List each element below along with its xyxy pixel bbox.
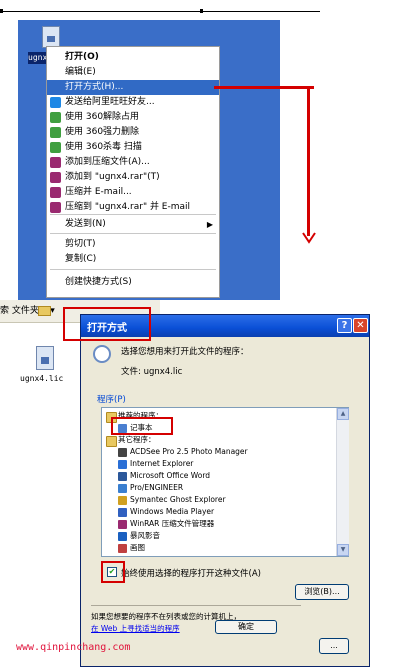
menu-item-label: 打开方式(H)... bbox=[65, 82, 124, 92]
scroll-down-button[interactable]: ▼ bbox=[337, 544, 349, 556]
programs-label: 程序(P) bbox=[97, 395, 126, 405]
group-label: 其它程序： bbox=[118, 435, 156, 444]
360-shield-icon bbox=[50, 142, 61, 153]
program-label: 画图 bbox=[130, 543, 145, 552]
open-with-dialog: 打开方式 ? ✕ 选择您想用来打开此文件的程序： 文件: ugnx4.lic 程… bbox=[63, 307, 370, 667]
context-menu-screenshot: ugnx4 打开(O) 编辑(E) 打开方式(H)... 发送给阿里旺旺好友... 使用… bbox=[0, 0, 400, 300]
context-menu: 打开(O) 编辑(E) 打开方式(H)... 发送给阿里旺旺好友... 使用 360解除… bbox=[46, 46, 220, 298]
menu-item-label: 使用 360强力删除 bbox=[65, 127, 140, 137]
winrar-icon bbox=[50, 187, 61, 198]
program-label: WinRAR 压缩文件管理器 bbox=[130, 519, 215, 528]
proe-icon bbox=[118, 484, 127, 493]
folder-icon bbox=[106, 436, 117, 447]
menu-item-12[interactable]: 发送到(N) ▶ bbox=[47, 217, 219, 232]
menu-item-label: 发送给阿里旺旺好友... bbox=[65, 97, 155, 107]
browse-button[interactable]: 浏览(B)... bbox=[295, 584, 349, 600]
menu-item-3[interactable]: 打开方式(H)... bbox=[47, 80, 219, 95]
program-label: Internet Explorer bbox=[130, 459, 194, 468]
menu-item-label: 使用 360解除占用 bbox=[65, 112, 140, 122]
title-highlight-box bbox=[63, 307, 151, 341]
menu-item-label: 复制(C) bbox=[65, 254, 97, 264]
menu-item-4[interactable]: 发送给阿里旺旺好友... bbox=[47, 95, 219, 110]
menu-item-label: 压缩到 "ugnx4.rar" 并 E-mail bbox=[65, 202, 191, 212]
program-label: Pro/ENGINEER bbox=[130, 483, 184, 492]
search-program-icon bbox=[93, 345, 111, 363]
menu-item-15[interactable]: 创建快捷方式(S) bbox=[47, 275, 219, 290]
aliwangwang-icon bbox=[50, 97, 61, 108]
menu-item-13[interactable]: 剪切(T) bbox=[47, 237, 219, 252]
menu-item-10[interactable]: 压缩并 E-mail... bbox=[47, 185, 219, 200]
menu-item-label: 压缩并 E-mail... bbox=[65, 187, 132, 197]
acdsee-icon bbox=[118, 448, 127, 457]
annotation-arrow-horizontal bbox=[214, 86, 314, 89]
file-name-label[interactable]: ugnx4.lic bbox=[20, 374, 63, 383]
divider-tick-middle bbox=[200, 9, 203, 13]
menu-item-7[interactable]: 使用 360杀毒 扫描 bbox=[47, 140, 219, 155]
baofeng-icon bbox=[118, 532, 127, 541]
file-icon[interactable] bbox=[36, 346, 54, 370]
winrar-icon bbox=[118, 520, 127, 529]
footer-divider bbox=[91, 605, 301, 606]
360-delete-icon bbox=[50, 127, 61, 138]
menu-item-label: 打开(O) bbox=[65, 52, 99, 62]
menu-item-label: 剪切(T) bbox=[65, 239, 96, 249]
divider-tick-left bbox=[0, 9, 3, 13]
menu-item-label: 添加到压缩文件(A)... bbox=[65, 157, 150, 167]
file-icon[interactable] bbox=[42, 26, 60, 48]
help-button[interactable]: ? bbox=[337, 318, 352, 333]
scroll-up-button[interactable]: ▲ bbox=[337, 408, 349, 420]
program-label: ACDSee Pro 2.5 Photo Manager bbox=[130, 447, 248, 456]
top-divider-line bbox=[0, 11, 320, 12]
watermark-text: www.qinpinchang.com bbox=[16, 642, 131, 653]
media-player-icon bbox=[118, 508, 127, 517]
menu-item-8[interactable]: 添加到压缩文件(A)... bbox=[47, 155, 219, 170]
menu-item-11[interactable]: 压缩到 "ugnx4.rar" 并 E-mail bbox=[47, 200, 219, 215]
checkbox-highlight-box bbox=[101, 561, 125, 583]
intro-text: 选择您想用来打开此文件的程序： bbox=[121, 347, 249, 357]
winrar-icon bbox=[50, 172, 61, 183]
program-label: Windows Media Player bbox=[130, 507, 215, 516]
program-list-scrollbar[interactable]: ▲ ▼ bbox=[336, 408, 349, 556]
word-icon bbox=[118, 472, 127, 481]
cancel-button[interactable]: ... bbox=[319, 638, 349, 654]
winrar-icon bbox=[50, 202, 61, 213]
program-label: 暴风影音 bbox=[130, 531, 160, 540]
360-unlock-icon bbox=[50, 112, 61, 123]
menu-separator bbox=[50, 233, 216, 234]
program-label: Symantec Ghost Explorer bbox=[130, 495, 226, 504]
menu-item-1[interactable]: 打开(O) bbox=[47, 50, 219, 65]
menu-item-label: 创建快捷方式(S) bbox=[65, 277, 132, 287]
ok-button[interactable]: 确定 bbox=[215, 620, 277, 634]
menu-item-5[interactable]: 使用 360解除占用 bbox=[47, 110, 219, 125]
menu-separator bbox=[50, 269, 216, 270]
notepad-highlight-box bbox=[111, 417, 173, 435]
close-button[interactable]: ✕ bbox=[353, 318, 368, 333]
winrar-icon bbox=[50, 157, 61, 168]
paint-icon bbox=[118, 544, 127, 553]
folder-icon[interactable] bbox=[38, 306, 51, 316]
menu-item-label: 使用 360杀毒 扫描 bbox=[65, 142, 142, 152]
menu-item-label: 发送到(N) bbox=[65, 219, 106, 229]
web-search-link[interactable]: 在 Web 上寻找适当的程序 bbox=[91, 623, 180, 634]
menu-item-6[interactable]: 使用 360强力删除 bbox=[47, 125, 219, 140]
always-use-label[interactable]: 始终使用选择的程序打开这种文件(A) bbox=[121, 567, 261, 579]
submenu-arrow-icon: ▶ bbox=[206, 220, 213, 229]
menu-item-label: 添加到 "ugnx4.rar"(T) bbox=[65, 172, 160, 182]
annotation-arrow-vertical bbox=[307, 86, 310, 236]
menu-item-9[interactable]: 添加到 "ugnx4.rar"(T) bbox=[47, 170, 219, 185]
file-name-line: 文件: ugnx4.lic bbox=[121, 367, 183, 377]
open-with-screenshot: 索 文件夹 ▦▾ ugnx4.lic 打开方式 ? ✕ 选择您想用来打开此文件的… bbox=[0, 300, 400, 667]
ie-icon bbox=[118, 460, 127, 469]
menu-item-14[interactable]: 复制(C) bbox=[47, 252, 219, 267]
menu-item-label: 编辑(E) bbox=[65, 67, 96, 77]
program-label: Microsoft Office Word bbox=[130, 471, 211, 480]
ghost-icon bbox=[118, 496, 127, 505]
menu-item-2[interactable]: 编辑(E) bbox=[47, 65, 219, 80]
annotation-arrow-head-icon bbox=[302, 232, 316, 244]
